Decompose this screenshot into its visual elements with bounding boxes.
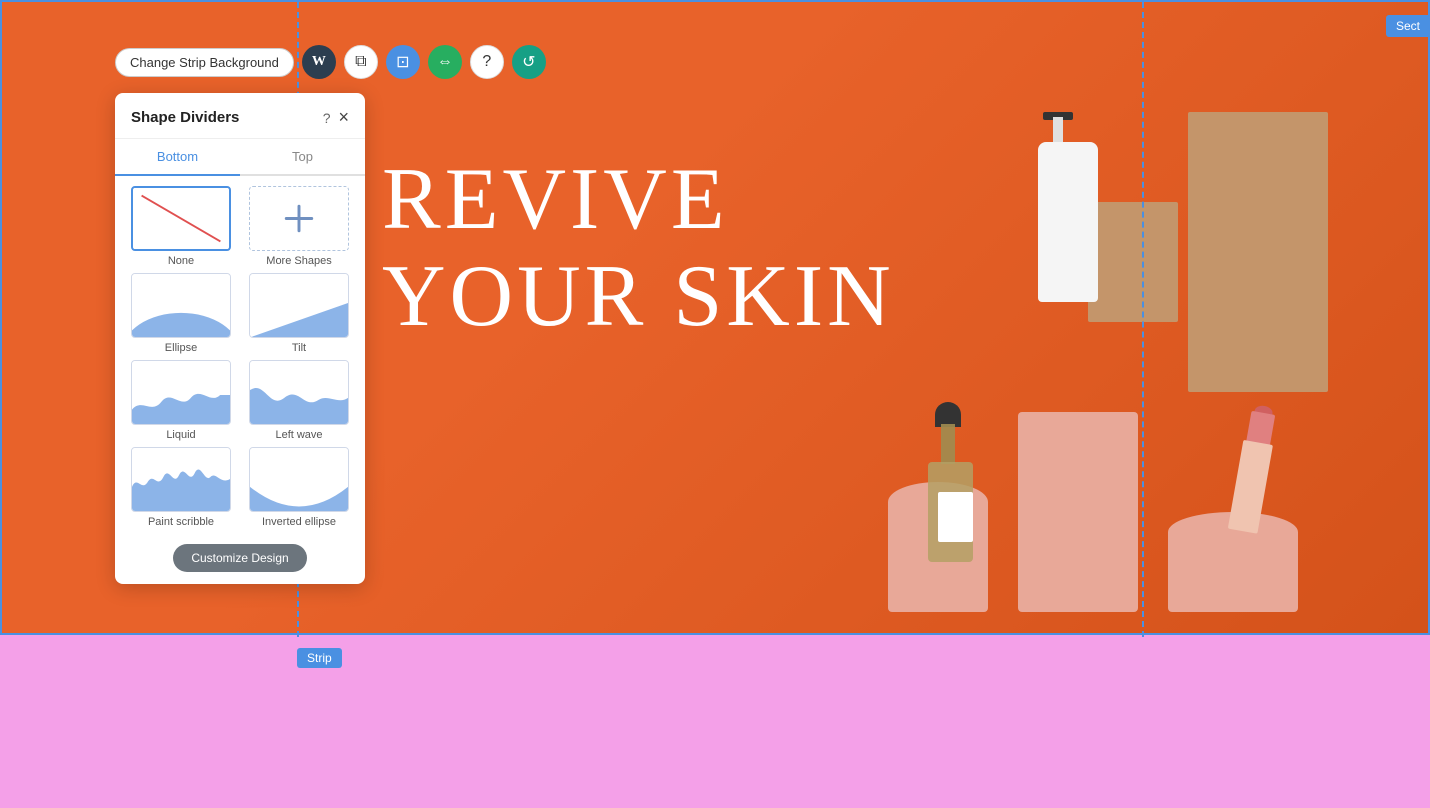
copy-button[interactable]: ⧉ — [344, 45, 378, 79]
shape-item-paintscribble[interactable]: Paint scribble — [125, 447, 237, 528]
pedestal-tall — [1018, 412, 1138, 612]
panel-tabs: Bottom Top — [115, 139, 365, 176]
help-button[interactable]: ? — [470, 45, 504, 79]
dropper-label — [938, 492, 973, 542]
shape-label-leftwave: Left wave — [275, 429, 322, 441]
toolbar: Change Strip Background W ⧉ ⊡ ⇔ ? ↺ — [115, 45, 546, 79]
crop-icon: ⊡ — [396, 52, 409, 72]
shape-label-none: None — [168, 255, 194, 267]
shape-label-paintscribble: Paint scribble — [148, 516, 214, 528]
tab-bottom[interactable]: Bottom — [115, 139, 240, 176]
shape-item-tilt[interactable]: Tilt — [243, 273, 355, 354]
dropper-body — [928, 462, 973, 562]
shape-preview-liquid — [131, 360, 231, 425]
shape-dividers-panel: Shape Dividers ? × Bottom Top — [115, 93, 365, 584]
shape-label-more: More Shapes — [266, 255, 331, 267]
link-icon: ⇔ — [437, 53, 453, 71]
dropper-neck — [941, 424, 955, 464]
strip-label: Strip — [297, 648, 342, 668]
shape-preview-tilt — [249, 273, 349, 338]
link-button[interactable]: ⇔ — [428, 45, 462, 79]
more-icon: ↺ — [522, 52, 535, 72]
tab-top[interactable]: Top — [240, 139, 365, 176]
shape-item-liquid[interactable]: Liquid — [125, 360, 237, 441]
panel-help-icon[interactable]: ? — [323, 110, 331, 126]
shape-preview-none — [131, 186, 231, 251]
pump-bottle-body — [1038, 142, 1098, 302]
pink-strip[interactable] — [0, 635, 1430, 808]
shape-item-more[interactable]: More Shapes — [243, 186, 355, 267]
pump-bottle — [1028, 102, 1108, 302]
shape-item-invertedellipse[interactable]: Inverted ellipse — [243, 447, 355, 528]
canvas-area: REVIVE YOUR SKIN — [0, 0, 1430, 808]
dropper-bottle — [923, 402, 978, 562]
crop-button[interactable]: ⊡ — [386, 45, 420, 79]
shape-item-ellipse[interactable]: Ellipse — [125, 273, 237, 354]
shape-preview-more — [249, 186, 349, 251]
copy-icon: ⧉ — [355, 53, 366, 71]
shapes-grid: None More Shapes — [115, 176, 365, 538]
panel-header-icons: ? × — [323, 107, 349, 128]
shape-label-liquid: Liquid — [166, 429, 195, 441]
more-button[interactable]: ↺ — [512, 45, 546, 79]
shape-preview-ellipse — [131, 273, 231, 338]
panel-header: Shape Dividers ? × — [115, 93, 365, 139]
shape-preview-paintscribble — [131, 447, 231, 512]
guide-line-right — [1142, 2, 1144, 637]
shape-preview-leftwave — [249, 360, 349, 425]
shape-preview-invertedellipse — [249, 447, 349, 512]
help-icon: ? — [482, 53, 491, 71]
shape-label-ellipse: Ellipse — [165, 342, 197, 354]
shape-label-invertedellipse: Inverted ellipse — [262, 516, 336, 528]
panel-close-icon[interactable]: × — [338, 107, 349, 128]
shape-item-none[interactable]: None — [125, 186, 237, 267]
shape-label-tilt: Tilt — [292, 342, 306, 354]
customize-design-button[interactable]: Customize Design — [173, 544, 306, 572]
products-area — [778, 82, 1328, 612]
box-large — [1188, 112, 1328, 392]
shape-item-leftwave[interactable]: Left wave — [243, 360, 355, 441]
wix-logo-button[interactable]: W — [302, 45, 336, 79]
sect-badge: Sect — [1386, 15, 1430, 37]
change-background-button[interactable]: Change Strip Background — [115, 48, 294, 77]
panel-title: Shape Dividers — [131, 109, 239, 126]
wix-logo-icon: W — [312, 54, 326, 70]
